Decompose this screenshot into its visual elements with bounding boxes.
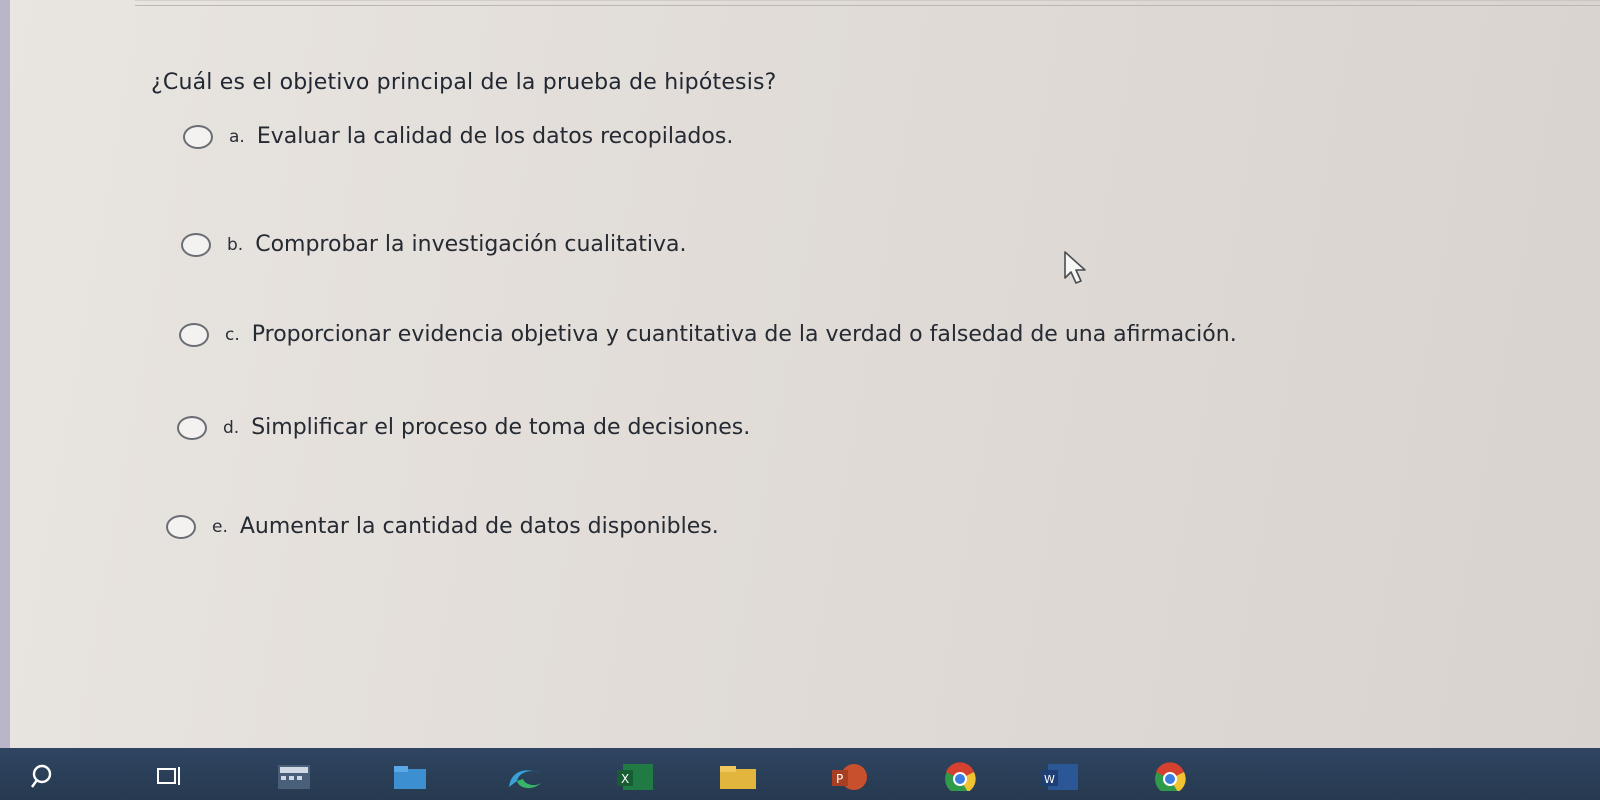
radio-button-d[interactable] (177, 415, 207, 440)
option-letter: e. (212, 516, 228, 537)
option-label: Aumentar la cantidad de datos disponible… (239, 514, 719, 539)
powerpoint-icon[interactable]: P (830, 758, 870, 794)
task-view-icon[interactable] (150, 758, 190, 794)
radio-button-b[interactable] (181, 232, 211, 257)
word-icon[interactable]: W (1040, 758, 1080, 794)
taskbar: X P W (0, 748, 1600, 800)
svg-text:P: P (836, 772, 843, 786)
question-text: ¿Cuál es el objetivo principal de la pru… (151, 70, 777, 95)
chrome-icon[interactable] (1150, 758, 1190, 794)
option-b[interactable]: b. Comprobar la investigación cualitativ… (181, 232, 686, 257)
edge-icon[interactable] (505, 758, 545, 794)
option-c[interactable]: c. Proporcionar evidencia objetiva y cua… (179, 322, 1237, 347)
option-e[interactable]: e. Aumentar la cantidad de datos disponi… (166, 514, 719, 539)
radio-button-c[interactable] (179, 322, 209, 347)
option-label: Simplificar el proceso de toma de decisi… (251, 415, 751, 440)
radio-button-e[interactable] (166, 514, 196, 539)
option-letter: c. (225, 324, 240, 345)
search-icon[interactable] (22, 758, 62, 794)
radio-button-a[interactable] (183, 124, 213, 149)
calculator-icon[interactable] (274, 758, 314, 794)
option-label: Proporcionar evidencia objetiva y cuanti… (251, 322, 1237, 347)
option-letter: d. (223, 417, 240, 438)
option-letter: a. (229, 126, 245, 147)
file-explorer-icon[interactable] (390, 758, 430, 794)
option-label: Comprobar la investigación cualitativa. (255, 232, 687, 257)
svg-text:W: W (1044, 773, 1055, 786)
header-band (135, 0, 1600, 73)
excel-icon[interactable]: X (615, 758, 655, 794)
option-letter: b. (227, 234, 244, 255)
left-edge (0, 0, 10, 748)
mouse-cursor-icon (1064, 251, 1086, 284)
option-a[interactable]: a. Evaluar la calidad de los datos recop… (183, 124, 733, 149)
folder-icon[interactable] (718, 758, 758, 794)
option-label: Evaluar la calidad de los datos recopila… (256, 124, 734, 149)
chrome-icon[interactable] (940, 758, 980, 794)
option-d[interactable]: d. Simplificar el proceso de toma de dec… (177, 415, 750, 440)
svg-text:X: X (621, 772, 629, 786)
quiz-page: ¿Cuál es el objetivo principal de la pru… (0, 0, 1600, 748)
